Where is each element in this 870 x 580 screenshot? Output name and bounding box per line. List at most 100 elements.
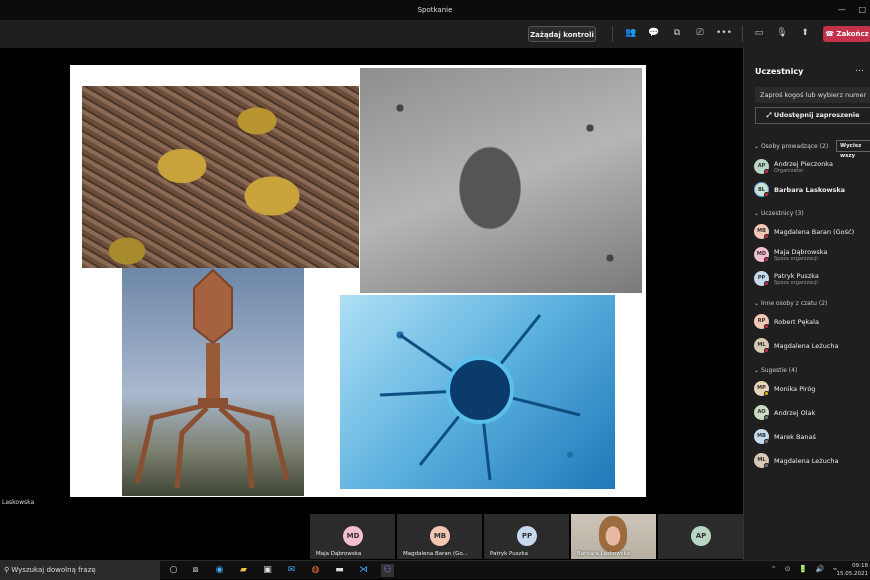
participants-icon[interactable]: 👥 bbox=[624, 28, 638, 38]
toolbar-divider bbox=[742, 26, 743, 42]
participant-role: Spoza organizacji bbox=[774, 256, 818, 262]
cortana-icon[interactable]: ○ bbox=[167, 564, 180, 577]
mail-icon[interactable]: ✉ bbox=[285, 564, 298, 577]
participant-name: Magdalena Leżucha bbox=[774, 342, 839, 350]
system-tray[interactable]: ⌃ ⊙ 🔋 🔊 ⌁ bbox=[771, 565, 840, 573]
request-control-button[interactable]: Zażądaj kontroli bbox=[528, 26, 596, 42]
meeting-toolbar: Zażądaj kontroli 👥 💬 ⧉ ⎚ ••• ▭ 🎙 ⬆ ☎ Zak… bbox=[0, 20, 870, 48]
microphone-muted-icon[interactable]: 🎙 bbox=[775, 28, 789, 38]
participant-name: Patryk Puszka bbox=[774, 272, 819, 280]
chat-icon[interactable]: 💬 bbox=[647, 28, 661, 38]
window-title: Spotkanie bbox=[417, 6, 453, 14]
share-content-icon[interactable]: ⬆ bbox=[798, 28, 812, 38]
window-titlebar: Spotkanie — □ bbox=[0, 0, 870, 20]
section-header-chat-people[interactable]: Inne osoby z czatu (2) bbox=[754, 300, 827, 307]
more-actions-icon[interactable]: ••• bbox=[716, 28, 732, 38]
bacteriophage-illustration bbox=[134, 268, 290, 489]
firefox-icon[interactable]: ◍ bbox=[309, 564, 322, 577]
status-icon bbox=[764, 391, 769, 396]
gallery-tile[interactable]: AP bbox=[658, 514, 743, 559]
share-screen-icon[interactable]: ⎚ bbox=[693, 28, 707, 38]
avatar: MD bbox=[343, 526, 363, 546]
panel-title: Uczestnicy bbox=[755, 67, 804, 76]
tile-label: Barbara Laskowska bbox=[577, 551, 631, 557]
share-icon: ⤢ bbox=[766, 111, 774, 119]
windows-taskbar: ⚲ Wyszukaj dowolną frazę ○ ⧈ ◉ ▰ ▣ ✉ ◍ ▬… bbox=[0, 560, 870, 580]
edge-icon[interactable]: ◉ bbox=[213, 564, 226, 577]
section-header-suggestions[interactable]: Sugestie (4) bbox=[754, 367, 797, 374]
participant-item[interactable]: MB Magdalena Baran (Gość) bbox=[754, 223, 870, 243]
status-icon bbox=[764, 324, 769, 329]
participant-item[interactable]: AP Andrzej Pieczonka Organizator bbox=[754, 158, 870, 178]
video-gallery: MD Maja Dąbrowska MB Magdalena Baran (Go… bbox=[0, 513, 743, 560]
status-icon bbox=[764, 463, 769, 468]
avatar: MB bbox=[430, 526, 450, 546]
minimize-button[interactable]: — bbox=[838, 5, 846, 14]
teams-icon[interactable]: ⚇ bbox=[381, 564, 394, 577]
tile-label: Magdalena Baran (Go... bbox=[403, 551, 468, 557]
shared-slide bbox=[70, 65, 646, 497]
gallery-tile[interactable]: PP Patryk Puszka bbox=[484, 514, 569, 559]
avatar: PP bbox=[517, 526, 537, 546]
participant-name: Andrzej Pieczonka bbox=[774, 160, 833, 168]
participant-name: Magdalena Leżucha bbox=[774, 457, 839, 465]
presenter-name-label: Laskowska bbox=[2, 499, 35, 506]
tile-label: Maja Dąbrowska bbox=[316, 551, 362, 557]
participant-item[interactable]: MD Maja Dąbrowska Spoza organizacji bbox=[754, 246, 870, 266]
electron-microscope-image bbox=[360, 68, 642, 293]
clock-date: 15.05.2021 bbox=[836, 571, 869, 577]
camera-off-icon[interactable]: ▭ bbox=[752, 28, 766, 38]
status-icon bbox=[764, 281, 769, 286]
avatar: AP bbox=[691, 526, 711, 546]
vscode-icon[interactable]: ⋊ bbox=[357, 564, 370, 577]
window-controls: — □ bbox=[828, 0, 866, 20]
terminal-icon[interactable]: ▬ bbox=[333, 564, 346, 577]
participant-name: Magdalena Baran (Gość) bbox=[774, 228, 855, 236]
participant-item[interactable]: AO Andrzej Olak bbox=[754, 404, 870, 424]
status-icon bbox=[764, 439, 769, 444]
taskbar-search-input[interactable]: ⚲ Wyszukaj dowolną frazę bbox=[0, 561, 160, 580]
gallery-tile[interactable]: MB Magdalena Baran (Go... bbox=[397, 514, 482, 559]
file-explorer-icon[interactable]: ▰ bbox=[237, 564, 250, 577]
status-icon bbox=[764, 192, 769, 197]
end-call-label: Zakończ bbox=[836, 30, 869, 38]
invite-search-input[interactable]: Zaproś kogoś lub wybierz numer bbox=[755, 87, 870, 103]
participant-name: Barbara Laskowska bbox=[774, 186, 846, 194]
participant-role: Spoza organizacji bbox=[774, 280, 818, 286]
task-view-icon[interactable]: ⧈ bbox=[189, 564, 202, 577]
participant-item[interactable]: ML Magdalena Leżucha bbox=[754, 452, 870, 472]
participant-name: Monika Piróg bbox=[774, 385, 816, 393]
mute-all-button[interactable]: Wycisz wszy bbox=[836, 140, 870, 159]
share-invite-button[interactable]: ⤢ Udostępnij zaproszenie bbox=[755, 107, 870, 124]
maximize-button[interactable]: □ bbox=[858, 5, 866, 14]
clock-time: 09:18 bbox=[852, 563, 868, 569]
taskbar-clock[interactable]: 09:18 15.05.2021 bbox=[837, 562, 869, 578]
virus-illustration bbox=[379, 314, 581, 481]
gallery-tile[interactable]: MD Maja Dąbrowska bbox=[310, 514, 395, 559]
participant-item[interactable]: ML Magdalena Leżucha bbox=[754, 337, 870, 357]
participant-item[interactable]: PP Patryk Puszka Spoza organizacji bbox=[754, 270, 870, 290]
participants-panel: Uczestnicy … Zaproś kogoś lub wybierz nu… bbox=[743, 48, 870, 560]
search-placeholder: Wyszukaj dowolną frazę bbox=[11, 566, 96, 574]
bacteriophage-image bbox=[122, 268, 304, 496]
status-icon bbox=[764, 234, 769, 239]
dust-mites-image bbox=[82, 86, 359, 268]
gallery-video-tile[interactable]: Barbara Laskowska bbox=[571, 514, 656, 559]
breakout-rooms-icon[interactable]: ⧉ bbox=[670, 28, 684, 38]
participant-item[interactable]: BL Barbara Laskowska bbox=[754, 181, 870, 201]
participant-name: Maja Dąbrowska bbox=[774, 248, 828, 256]
participant-item[interactable]: RP Robert Pękala bbox=[754, 313, 870, 333]
phone-icon: ☎ bbox=[825, 30, 837, 38]
end-call-button[interactable]: ☎ Zakończ bbox=[823, 26, 870, 42]
status-icon bbox=[764, 169, 769, 174]
toolbar-divider bbox=[612, 26, 613, 42]
panel-more-options-icon[interactable]: … bbox=[855, 64, 864, 74]
section-header-presenters[interactable]: Osoby prowadzące (2) bbox=[754, 143, 828, 150]
store-icon[interactable]: ▣ bbox=[261, 564, 274, 577]
status-icon bbox=[764, 348, 769, 353]
participant-name: Robert Pękala bbox=[774, 318, 819, 326]
participant-item[interactable]: MB Marek Banaś bbox=[754, 428, 870, 448]
status-icon bbox=[764, 415, 769, 420]
section-header-attendees[interactable]: Uczestnicy (3) bbox=[754, 210, 804, 217]
participant-item[interactable]: MP Monika Piróg bbox=[754, 380, 870, 400]
